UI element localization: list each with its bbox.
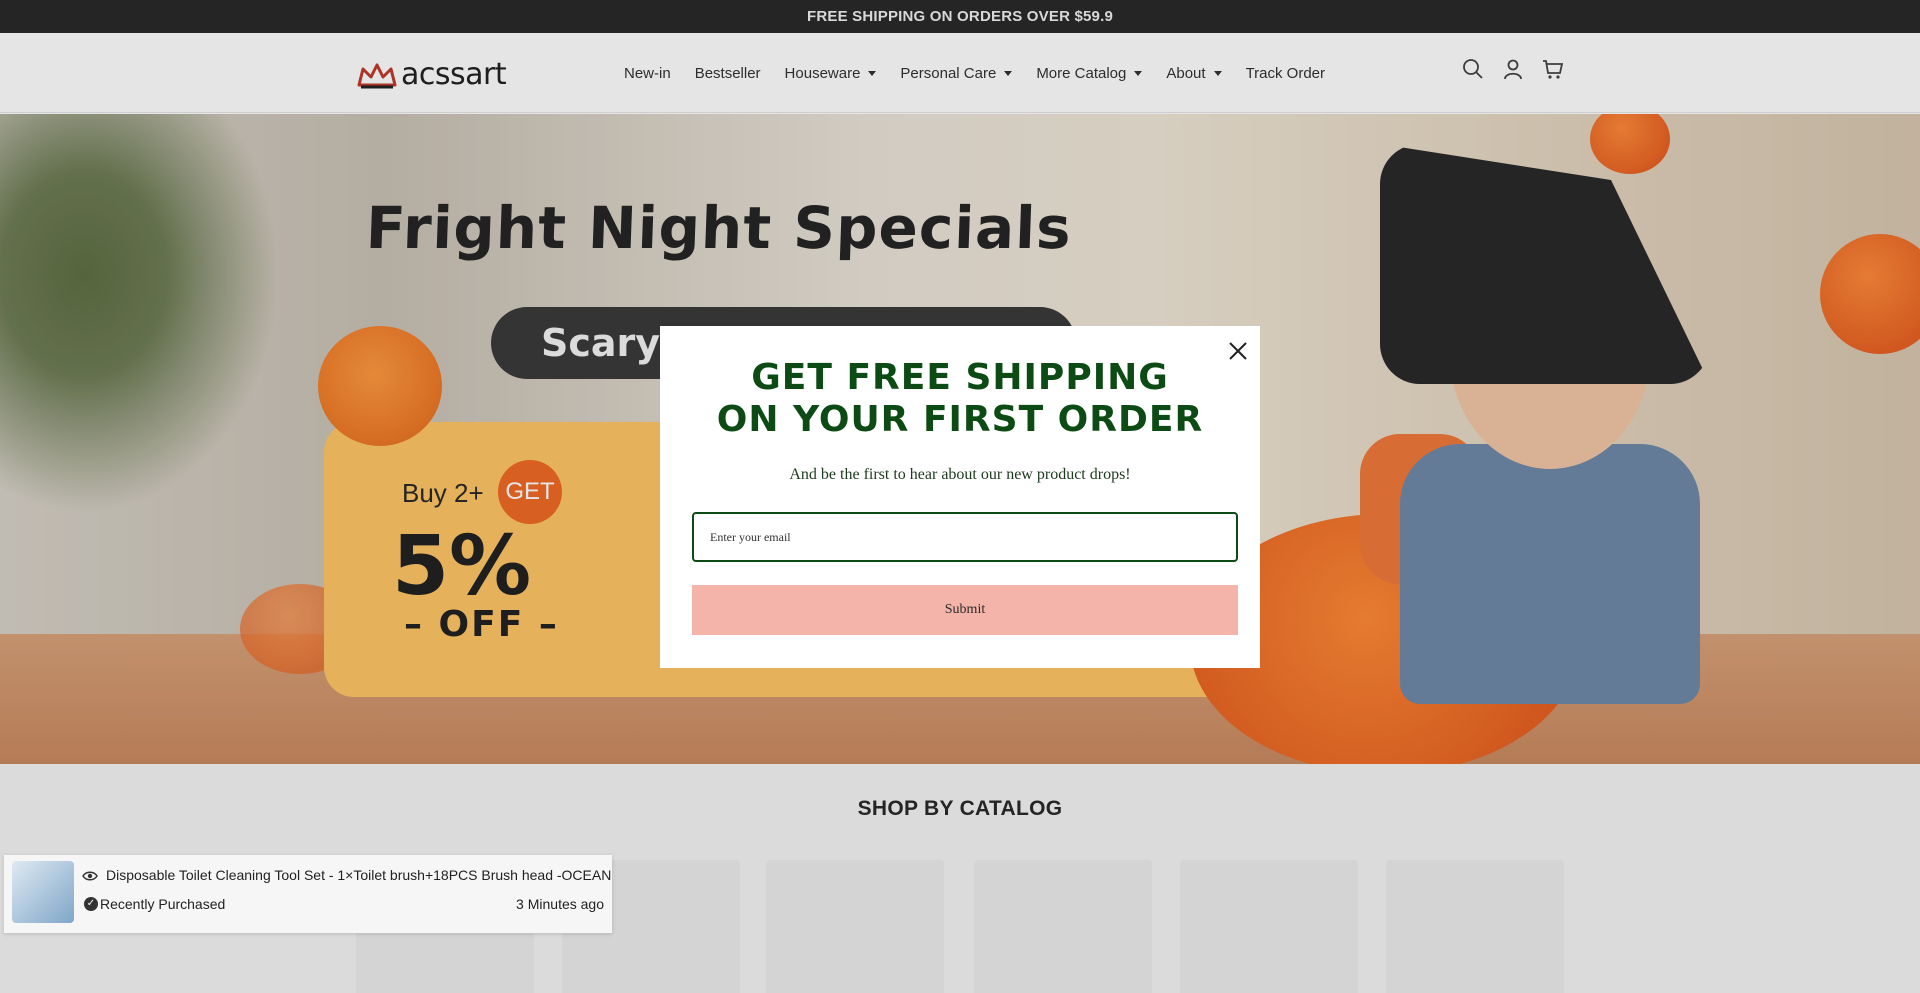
- catalog-tile[interactable]: [974, 860, 1152, 993]
- background-plant: [0, 114, 280, 514]
- check-icon: ✓: [84, 897, 98, 911]
- search-icon[interactable]: [1462, 58, 1484, 80]
- modal-subtext: And be the first to hear about our new p…: [789, 466, 1131, 483]
- cart-icon[interactable]: [1542, 58, 1564, 80]
- caret-down-icon: [1213, 70, 1222, 76]
- email-input[interactable]: [692, 512, 1238, 562]
- nav-label: About: [1166, 64, 1206, 82]
- catalog-tile[interactable]: [766, 860, 944, 993]
- background-pumpkin: [1820, 234, 1920, 354]
- modal-heading-line2: ON YOUR FIRST ORDER: [716, 399, 1204, 440]
- nav-label: Personal Care: [900, 64, 997, 82]
- hero-headline: Fright Night Specials: [364, 194, 1073, 262]
- promo-get-badge: GET: [498, 460, 562, 524]
- nav-item-new-in[interactable]: New-in: [624, 65, 671, 82]
- logo[interactable]: acssart: [357, 57, 507, 92]
- child-in-witch-costume: [1360, 144, 1720, 704]
- recent-purchase-toast[interactable]: Disposable Toilet Cleaning Tool Set - 1×…: [4, 855, 612, 933]
- nav-label: Bestseller: [694, 64, 761, 82]
- nav-item-bestseller[interactable]: Bestseller: [695, 65, 761, 82]
- caret-down-icon: [1004, 70, 1013, 76]
- promo-buy-text: Buy 2+: [402, 478, 484, 508]
- nav-label: Track Order: [1245, 64, 1326, 82]
- section-title: SHOP BY CATALOG: [857, 797, 1063, 820]
- signup-modal: GET FREE SHIPPING ON YOUR FIRST ORDER An…: [660, 326, 1260, 668]
- catalog-tile[interactable]: [1180, 860, 1358, 993]
- nav-label: Houseware: [784, 64, 861, 82]
- nav-item-track-order[interactable]: Track Order: [1246, 65, 1325, 82]
- nav-item-more-catalog[interactable]: More Catalog: [1036, 64, 1143, 82]
- logo-crown-icon: [357, 63, 397, 88]
- modal-heading-line1: GET FREE SHIPPING: [751, 357, 1169, 398]
- catalog-tile[interactable]: [1386, 860, 1564, 993]
- nav-item-personal-care[interactable]: Personal Care: [900, 64, 1013, 82]
- promo-off-text: – OFF –: [404, 604, 559, 645]
- modal-heading: GET FREE SHIPPING ON YOUR FIRST ORDER: [660, 357, 1260, 441]
- announcement-text: FREE SHIPPING ON ORDERS OVER $59.9: [806, 8, 1114, 25]
- product-thumbnail: [12, 861, 74, 923]
- caret-down-icon: [868, 70, 877, 76]
- jack-o-lantern: [318, 326, 442, 446]
- logo-text: acssart: [401, 57, 507, 92]
- toast-label: Recently Purchased: [100, 896, 226, 912]
- nav-label: New-in: [624, 64, 671, 82]
- submit-button[interactable]: Submit: [692, 585, 1238, 635]
- nav-item-houseware[interactable]: Houseware: [785, 65, 877, 82]
- announcement-bar: FREE SHIPPING ON ORDERS OVER $59.9: [0, 0, 1920, 33]
- promo-percent: 5%: [392, 519, 532, 614]
- nav-item-about[interactable]: About: [1166, 64, 1222, 82]
- toast-product-name: Disposable Toilet Cleaning Tool Set - 1×…: [106, 867, 612, 883]
- main-nav: New-in Bestseller Houseware Personal Car…: [624, 33, 1349, 113]
- header-icons: [1462, 58, 1564, 80]
- eye-icon: [82, 871, 98, 881]
- account-icon[interactable]: [1502, 58, 1524, 80]
- caret-down-icon: [1134, 70, 1143, 76]
- toast-time: 3 Minutes ago: [516, 896, 604, 912]
- nav-label: More Catalog: [1036, 64, 1127, 82]
- site-header: acssart New-in Bestseller Houseware Pers…: [0, 33, 1920, 113]
